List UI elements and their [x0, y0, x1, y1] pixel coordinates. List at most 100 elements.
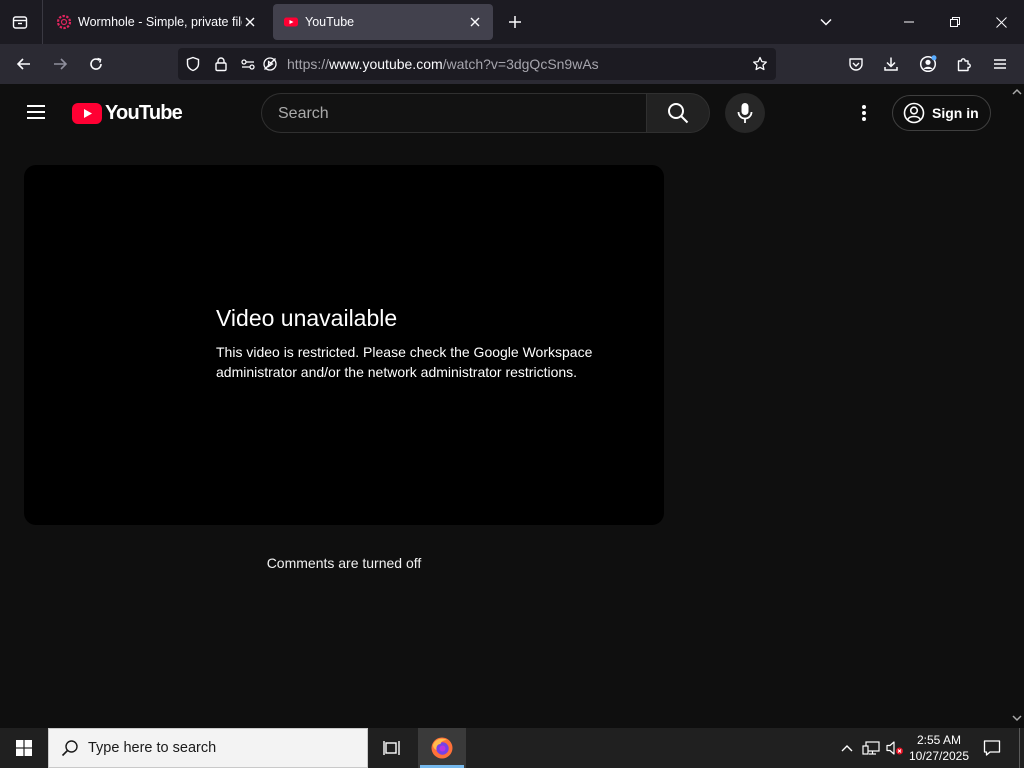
restore-button[interactable] — [932, 0, 978, 44]
autoplay-blocked-icon — [263, 57, 277, 71]
speaker-muted-icon — [886, 741, 903, 755]
player-error-message: This video is restricted. Please check t… — [216, 344, 593, 380]
pocket-icon — [849, 58, 863, 71]
scroll-up-icon — [1012, 88, 1022, 95]
downloads-button[interactable] — [877, 50, 905, 78]
youtube-favicon-icon — [284, 17, 298, 27]
account-circle-icon — [903, 102, 925, 124]
chevron-up-icon — [841, 745, 853, 752]
search-input[interactable]: Search — [261, 93, 647, 133]
notifications-button[interactable] — [978, 728, 1006, 768]
player-error-title: Video unavailable — [216, 305, 398, 331]
back-button[interactable] — [10, 50, 38, 78]
search-placeholder: Search — [278, 105, 329, 122]
navigation-toolbar: https://www.youtube.com/watch?v=3dgQcSn9… — [0, 44, 1024, 84]
search-icon — [668, 103, 689, 124]
video-player[interactable]: Video unavailable This video is restrict… — [24, 165, 664, 525]
restore-icon — [950, 17, 960, 27]
firefox-icon — [431, 737, 453, 759]
voice-search-button[interactable] — [725, 93, 765, 133]
taskbar-firefox-button[interactable] — [418, 728, 466, 768]
youtube-masthead: YouTube Search Sign in — [0, 84, 1010, 142]
clock-date: 10/27/2025 — [908, 749, 970, 763]
comments-status: Comments are turned off — [266, 555, 422, 571]
youtube-play-logo-icon — [72, 103, 102, 124]
taskbar-search-placeholder: Type here to search — [88, 740, 217, 756]
app-menu-button[interactable] — [986, 50, 1014, 78]
reload-button[interactable] — [82, 50, 110, 78]
account-button[interactable] — [914, 50, 942, 78]
tab-youtube[interactable]: YouTube — [273, 4, 493, 40]
new-tab-button[interactable] — [503, 10, 527, 34]
url-text[interactable]: https://www.youtube.com/watch?v=3dgQcSn9… — [287, 56, 599, 72]
tab-close-button[interactable] — [467, 14, 483, 30]
minimize-button[interactable] — [886, 0, 932, 44]
tab-title: YouTube — [305, 15, 355, 29]
url-bar[interactable]: https://www.youtube.com/watch?v=3dgQcSn9… — [178, 48, 776, 80]
lock-icon — [215, 57, 227, 72]
reload-icon — [90, 57, 102, 70]
close-icon — [245, 17, 255, 27]
download-icon — [884, 57, 898, 71]
tracking-protection-button[interactable] — [185, 56, 201, 72]
sign-in-button[interactable]: Sign in — [892, 95, 991, 131]
windows-taskbar: Type here to search 2:55 AM 10/27/2025 — [0, 728, 1024, 768]
list-all-tabs-button[interactable] — [814, 10, 838, 34]
settings-more-button[interactable] — [852, 99, 876, 127]
account-icon — [919, 55, 937, 73]
notification-icon — [983, 740, 1001, 756]
close-icon — [995, 16, 1007, 28]
taskbar-search-box[interactable]: Type here to search — [48, 728, 368, 768]
tab-list-icon — [12, 16, 28, 29]
show-hidden-icons-button[interactable] — [836, 728, 858, 768]
network-icon — [862, 741, 880, 755]
tab-wormhole[interactable]: Wormhole - Simple, private file — [46, 4, 268, 40]
close-window-button[interactable] — [978, 0, 1024, 44]
arrow-left-icon — [16, 58, 30, 70]
guide-menu-button[interactable] — [22, 98, 50, 126]
volume-button[interactable] — [884, 728, 906, 768]
tab-separator — [42, 0, 43, 44]
show-desktop-button[interactable] — [1019, 728, 1020, 768]
network-status-button[interactable] — [860, 728, 882, 768]
task-view-button[interactable] — [372, 728, 412, 768]
bookmark-button[interactable] — [752, 56, 768, 72]
hamburger-menu-icon — [994, 59, 1006, 69]
hamburger-menu-icon — [27, 105, 45, 119]
clock-time: 2:55 AM — [916, 733, 962, 747]
autoplay-blocked-button[interactable] — [262, 56, 278, 72]
tab-close-button[interactable] — [242, 14, 258, 30]
tab-list-button[interactable] — [6, 8, 34, 36]
search-icon — [61, 740, 78, 757]
sign-in-label: Sign in — [932, 105, 979, 121]
forward-button[interactable] — [46, 50, 74, 78]
url-path: /watch?v=3dgQcSn9wAs — [442, 56, 599, 72]
windows-logo-icon — [16, 740, 32, 756]
wormhole-favicon-icon — [56, 14, 72, 30]
site-security-button[interactable] — [213, 56, 229, 72]
shield-icon — [186, 56, 200, 72]
url-scheme: https:// — [287, 56, 330, 72]
plus-icon — [509, 16, 521, 28]
star-icon — [753, 56, 767, 71]
permissions-icon — [241, 59, 255, 70]
page-scrollbar[interactable] — [1010, 84, 1024, 728]
close-icon — [470, 17, 480, 27]
start-button[interactable] — [0, 728, 48, 768]
minimize-icon — [904, 21, 914, 23]
search-button[interactable] — [646, 93, 710, 133]
more-vertical-icon — [862, 105, 866, 121]
microphone-icon — [737, 103, 753, 123]
browser-tab-strip: Wormhole - Simple, private file YouTube — [0, 0, 1024, 44]
url-host: www.youtube.com — [329, 56, 443, 72]
permissions-button[interactable] — [240, 56, 256, 72]
chevron-down-icon — [820, 18, 832, 26]
tab-title: Wormhole - Simple, private file — [78, 15, 242, 29]
scroll-down-icon — [1012, 715, 1022, 722]
arrow-right-icon — [54, 58, 68, 70]
extensions-button[interactable] — [950, 50, 978, 78]
taskbar-clock[interactable]: 2:55 AM 10/27/2025 — [906, 732, 972, 764]
youtube-logo[interactable]: YouTube — [72, 102, 183, 125]
task-view-icon — [383, 741, 400, 755]
pocket-button[interactable] — [842, 50, 870, 78]
